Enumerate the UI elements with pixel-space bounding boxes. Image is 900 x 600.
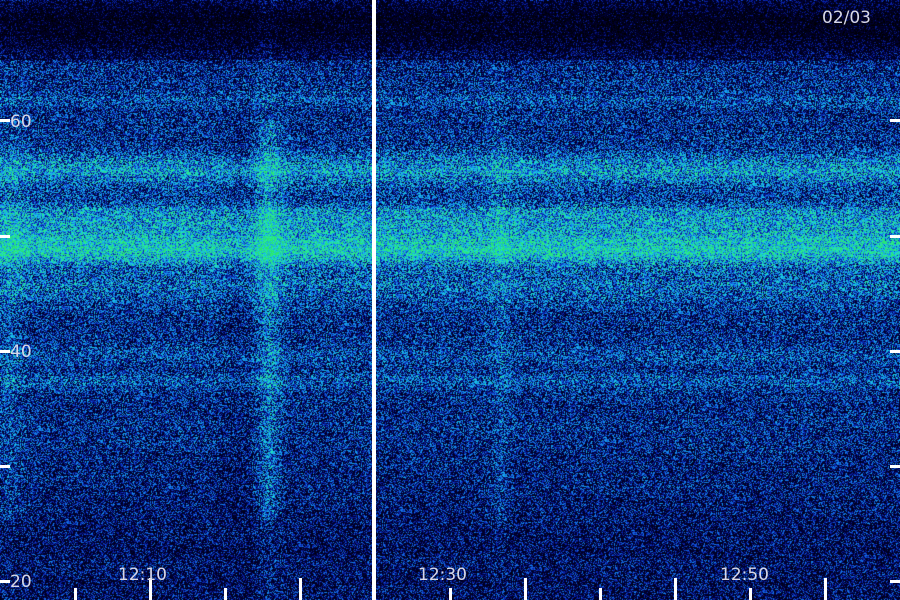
- x-tick: [524, 578, 527, 600]
- y-tick-left-60: [0, 235, 10, 238]
- x-axis-label: 12:30: [418, 565, 467, 585]
- spectrogram-viewer: 60 40 20 12:10 12:30 12:50 02/03: [0, 0, 900, 600]
- date-label: 02/03: [822, 8, 871, 28]
- y-tick-left-70: [0, 119, 10, 122]
- panel-separator: [372, 0, 376, 600]
- x-tick: [224, 588, 227, 600]
- y-axis-label: 20: [10, 572, 32, 592]
- x-tick: [74, 588, 77, 600]
- y-axis-label: 60: [10, 112, 32, 132]
- right-y-axis-ticks: [890, 119, 900, 583]
- x-axis-label: 12:50: [720, 565, 769, 585]
- left-y-axis-ticks: [0, 119, 10, 583]
- y-tick-right-50: [890, 350, 900, 353]
- x-tick: [299, 578, 302, 600]
- x-tick: [449, 588, 452, 600]
- y-axis-label: 40: [10, 342, 32, 362]
- x-tick: [824, 578, 827, 600]
- y-tick-right-30: [890, 580, 900, 583]
- y-tick-right-60: [890, 235, 900, 238]
- y-tick-left-30: [0, 580, 10, 583]
- x-tick: [599, 588, 602, 600]
- x-tick: [674, 578, 677, 600]
- y-tick-right-40: [890, 465, 900, 468]
- x-tick: [749, 588, 752, 600]
- y-tick-left-40: [0, 465, 10, 468]
- y-tick-right-70: [890, 119, 900, 122]
- x-axis-label: 12:10: [118, 565, 167, 585]
- y-tick-left-50: [0, 350, 10, 353]
- spectrogram-overlay: 60 40 20 12:10 12:30 12:50 02/03: [0, 0, 900, 600]
